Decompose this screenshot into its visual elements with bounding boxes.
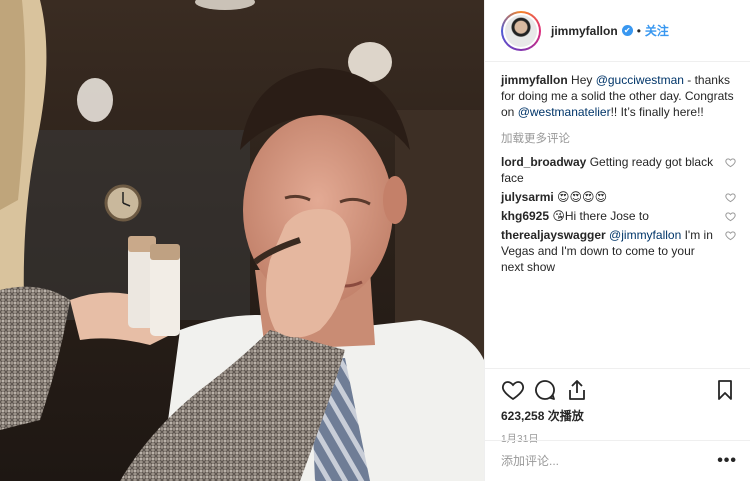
- caption-mention[interactable]: @westmanatelier: [518, 105, 611, 119]
- comment-item: lord_broadway Getting ready got black fa…: [501, 154, 736, 186]
- comment-text: 😘Hi there Jose to: [549, 209, 649, 223]
- comment-username[interactable]: lord_broadway: [501, 155, 586, 169]
- post-caption: jimmyfallon Hey @gucciwestman - thanks f…: [501, 72, 736, 120]
- comment-like-heart-icon[interactable]: [725, 157, 736, 168]
- caption-text: Hey: [567, 73, 596, 87]
- verified-badge-icon: ✔: [621, 25, 633, 36]
- avatar[interactable]: [501, 10, 541, 51]
- header-username[interactable]: jimmyfallon: [551, 24, 618, 38]
- share-icon[interactable]: [565, 378, 589, 402]
- instagram-post: jimmyfallon ✔ • 关注 jimmyfallon Hey @gucc…: [0, 0, 750, 481]
- post-video[interactable]: [0, 0, 484, 481]
- add-comment-bar: •••: [485, 440, 750, 481]
- video-frame-illustration: [0, 0, 484, 481]
- avatar-image: [505, 14, 537, 47]
- post-header: jimmyfallon ✔ • 关注: [485, 0, 750, 62]
- load-more-comments-button[interactable]: 加载更多评论: [501, 130, 736, 146]
- post-actions: 623,258 次播放 1月31日: [485, 368, 750, 445]
- comment-icon[interactable]: [533, 378, 557, 402]
- post-details-panel: jimmyfallon ✔ • 关注 jimmyfallon Hey @gucc…: [484, 0, 750, 481]
- comment-mention[interactable]: @jimmyfallon: [606, 228, 681, 242]
- comment-username[interactable]: julysarmi: [501, 190, 554, 204]
- comment-username[interactable]: therealjayswagger: [501, 228, 606, 242]
- header-separator: •: [636, 23, 641, 38]
- comment-like-heart-icon[interactable]: [725, 192, 736, 203]
- comments-list[interactable]: jimmyfallon Hey @gucciwestman - thanks f…: [485, 62, 750, 362]
- heart-icon[interactable]: [501, 378, 525, 402]
- comment-item: julysarmi 😍😍😍😍: [501, 189, 736, 205]
- bookmark-icon[interactable]: [713, 378, 737, 402]
- comment-like-heart-icon[interactable]: [725, 230, 736, 241]
- comment-text: 😍😍😍😍: [553, 190, 608, 204]
- more-options-icon[interactable]: •••: [717, 452, 737, 470]
- comment-username[interactable]: khg6925: [501, 209, 549, 223]
- caption-text: !! It’s finally here!!: [610, 105, 704, 119]
- follow-button[interactable]: 关注: [645, 22, 669, 39]
- action-icons-row: [501, 373, 737, 407]
- caption-mention[interactable]: @gucciwestman: [596, 73, 684, 87]
- add-comment-input[interactable]: [501, 454, 718, 468]
- comment-item: khg6925 😘Hi there Jose to: [501, 208, 736, 224]
- view-count[interactable]: 623,258 次播放: [501, 407, 737, 424]
- caption-username[interactable]: jimmyfallon: [501, 73, 568, 87]
- comment-item: therealjayswagger @jimmyfallon I'm in Ve…: [501, 227, 736, 275]
- comment-like-heart-icon[interactable]: [725, 211, 736, 222]
